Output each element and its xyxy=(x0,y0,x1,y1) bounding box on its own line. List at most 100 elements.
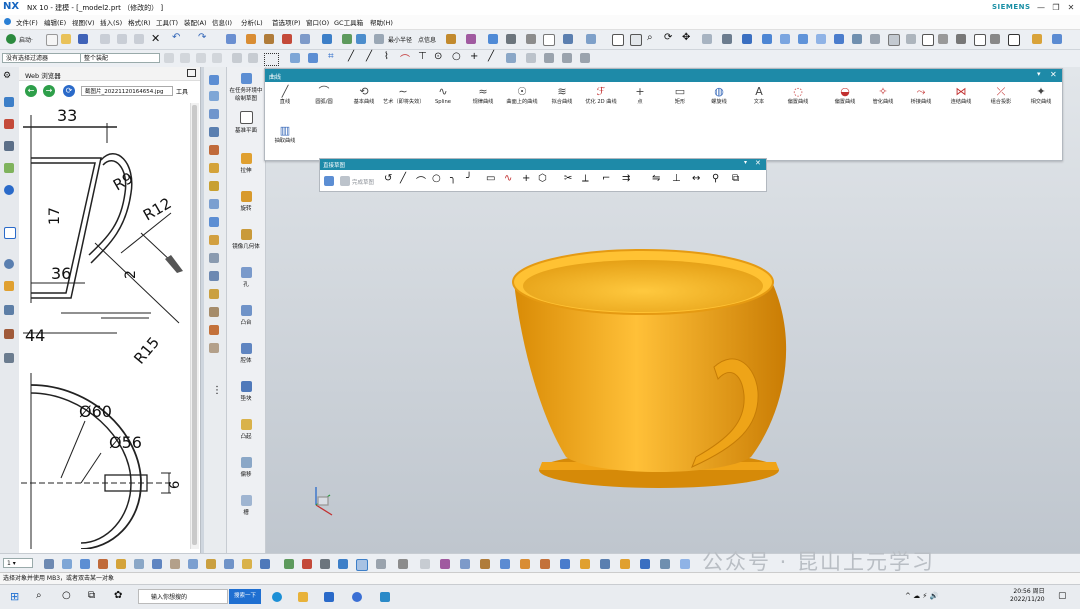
part-navigator-icon[interactable] xyxy=(4,97,14,107)
window-icon[interactable] xyxy=(543,34,555,46)
bottom-icon-21[interactable] xyxy=(420,559,430,569)
layer-select[interactable]: 1 ▾ xyxy=(3,558,33,568)
corner-tool-icon[interactable]: ⌐ xyxy=(602,173,610,184)
groove-icon[interactable] xyxy=(240,495,252,506)
frame-icon[interactable] xyxy=(1008,34,1020,46)
web-browser-icon[interactable] xyxy=(4,185,14,195)
feature-icon-4[interactable] xyxy=(209,127,219,137)
layout-icon[interactable] xyxy=(586,34,596,44)
paint-icon[interactable] xyxy=(1032,34,1042,44)
bottom-icon-4[interactable] xyxy=(98,559,108,569)
bottom-icon-11[interactable] xyxy=(224,559,234,569)
bottom-icon-3[interactable] xyxy=(80,559,90,569)
select-body-icon[interactable] xyxy=(248,53,258,63)
filter2-icon[interactable] xyxy=(180,53,190,63)
taskbar-search-input[interactable]: 输入你想搜的 xyxy=(138,589,228,604)
menu-file[interactable]: 文件(F) xyxy=(16,17,38,27)
perspective-icon[interactable] xyxy=(702,34,712,44)
curve-rectangle[interactable]: ▭ 矩形 xyxy=(660,85,700,106)
view-iso-icon[interactable] xyxy=(816,34,826,44)
search-icon[interactable]: ⌕ xyxy=(36,590,42,601)
snap-circle-icon[interactable]: ○ xyxy=(452,51,461,62)
bottom-icon-34[interactable] xyxy=(680,559,690,569)
shaded-icon[interactable] xyxy=(742,34,752,44)
clock-icon[interactable] xyxy=(4,259,14,269)
filter4-icon[interactable] xyxy=(212,53,222,63)
boss-button[interactable]: 凸台 xyxy=(240,320,251,326)
copy-icon[interactable] xyxy=(117,34,127,44)
start-icon[interactable] xyxy=(6,34,16,44)
web-scrollbar[interactable] xyxy=(190,103,199,549)
view-right-icon[interactable] xyxy=(798,34,808,44)
sketch-icon[interactable] xyxy=(356,34,366,44)
curve-line[interactable]: ╱ 直线 xyxy=(265,85,305,106)
auto-constrain-icon[interactable]: ⚲ xyxy=(712,173,719,184)
curve-law[interactable]: ≈ 规律曲线 xyxy=(463,85,503,106)
mirror-body-icon[interactable] xyxy=(240,229,252,240)
taskbar-search-button[interactable]: 搜索一下 xyxy=(229,589,261,604)
box-icon[interactable] xyxy=(466,34,476,44)
sheet-icon[interactable] xyxy=(974,34,986,46)
constraint-tool-icon[interactable]: ⊥ xyxy=(672,173,681,184)
tray-icons[interactable]: ^ ☁ ⚡ 🔊 xyxy=(905,592,938,600)
point-tool-icon[interactable]: + xyxy=(522,173,530,184)
snap-perp-icon[interactable]: ⊤ xyxy=(418,51,427,62)
fit-icon[interactable] xyxy=(612,34,624,46)
save-icon[interactable] xyxy=(78,34,88,44)
nx-menu-icon[interactable] xyxy=(4,18,11,25)
sketch-task-button[interactable]: 在任务环境中绘制草图 xyxy=(229,88,262,102)
select-face-icon[interactable] xyxy=(308,53,318,63)
snap-curve-icon[interactable]: ⌇ xyxy=(384,51,389,62)
menu-assembly[interactable]: 装配(A) xyxy=(184,17,207,27)
line-tool-icon[interactable]: ╱ xyxy=(400,173,406,184)
view-trimetric-icon[interactable] xyxy=(834,34,844,44)
app-icon[interactable]: ✿ xyxy=(114,590,122,601)
select-feature-icon[interactable] xyxy=(232,53,242,63)
nx-taskbar-icon[interactable] xyxy=(380,592,390,602)
new-icon[interactable] xyxy=(46,34,58,46)
curve-optimize-2d[interactable]: ℱ 优化 2D 曲线 xyxy=(581,85,621,106)
pad-button[interactable]: 垫块 xyxy=(240,396,251,402)
close-button[interactable]: ✕ xyxy=(1064,2,1078,13)
menu-analysis[interactable]: 分析(L) xyxy=(241,17,263,27)
bottom-icon-9[interactable] xyxy=(188,559,198,569)
menu-tools[interactable]: 工具(T) xyxy=(156,17,178,27)
snap-center-icon[interactable]: ⊙ xyxy=(434,51,442,62)
bottom-icon-25[interactable] xyxy=(500,559,510,569)
menu-help[interactable]: 帮助(H) xyxy=(370,17,393,27)
sketch-task-icon[interactable] xyxy=(240,73,252,84)
radius-icon[interactable] xyxy=(374,34,384,44)
spline-tool-icon[interactable]: ∿ xyxy=(504,173,512,184)
angle-icon[interactable] xyxy=(282,34,292,44)
curve-offset[interactable]: ◌ 偏置曲线 xyxy=(778,85,818,106)
curve-tube[interactable]: ✧ 管化曲线 xyxy=(863,85,903,106)
select-rect-icon[interactable] xyxy=(264,53,279,66)
point-info-label[interactable]: 点信息 xyxy=(418,35,436,44)
finish-sketch-button[interactable]: 完成草图 xyxy=(352,178,374,186)
curve-on-surface[interactable]: ☉ 曲面上的曲线 xyxy=(502,85,542,106)
bottom-icon-17[interactable] xyxy=(338,559,348,569)
extend-tool-icon[interactable]: ⟂ xyxy=(582,173,589,184)
snap-point-icon[interactable]: + xyxy=(470,51,478,62)
taskbar-app-icon[interactable] xyxy=(352,592,362,602)
curve-spline[interactable]: ∿ Spline xyxy=(423,85,463,106)
fillet-tool-icon[interactable]: ╮ xyxy=(450,173,456,184)
bottom-icon-10[interactable] xyxy=(206,559,216,569)
hole-icon[interactable] xyxy=(240,267,252,278)
pan-icon[interactable]: ✥ xyxy=(682,32,690,43)
curve-fit[interactable]: ≋ 拟合曲线 xyxy=(542,85,582,106)
zoom-icon[interactable]: ⌕ xyxy=(647,32,653,43)
tools-menu[interactable]: 工具 xyxy=(176,87,188,96)
bottom-icon-7[interactable] xyxy=(152,559,162,569)
curve-studio-spline[interactable]: ∼ 艺术（即将失效） xyxy=(383,85,425,106)
bottom-icon-20[interactable] xyxy=(398,559,408,569)
bottom-icon-30[interactable] xyxy=(600,559,610,569)
snap-quad-icon[interactable] xyxy=(544,53,554,63)
bottom-icon-31[interactable] xyxy=(620,559,630,569)
feature-icon-6[interactable] xyxy=(209,163,219,173)
mirror-tool-icon[interactable]: ⇋ xyxy=(652,173,660,184)
min-radius-label[interactable]: 最小半径 xyxy=(388,35,412,44)
bottom-icon-27[interactable] xyxy=(540,559,550,569)
scroll-thumb[interactable] xyxy=(192,105,197,545)
offset-icon[interactable] xyxy=(240,457,252,468)
